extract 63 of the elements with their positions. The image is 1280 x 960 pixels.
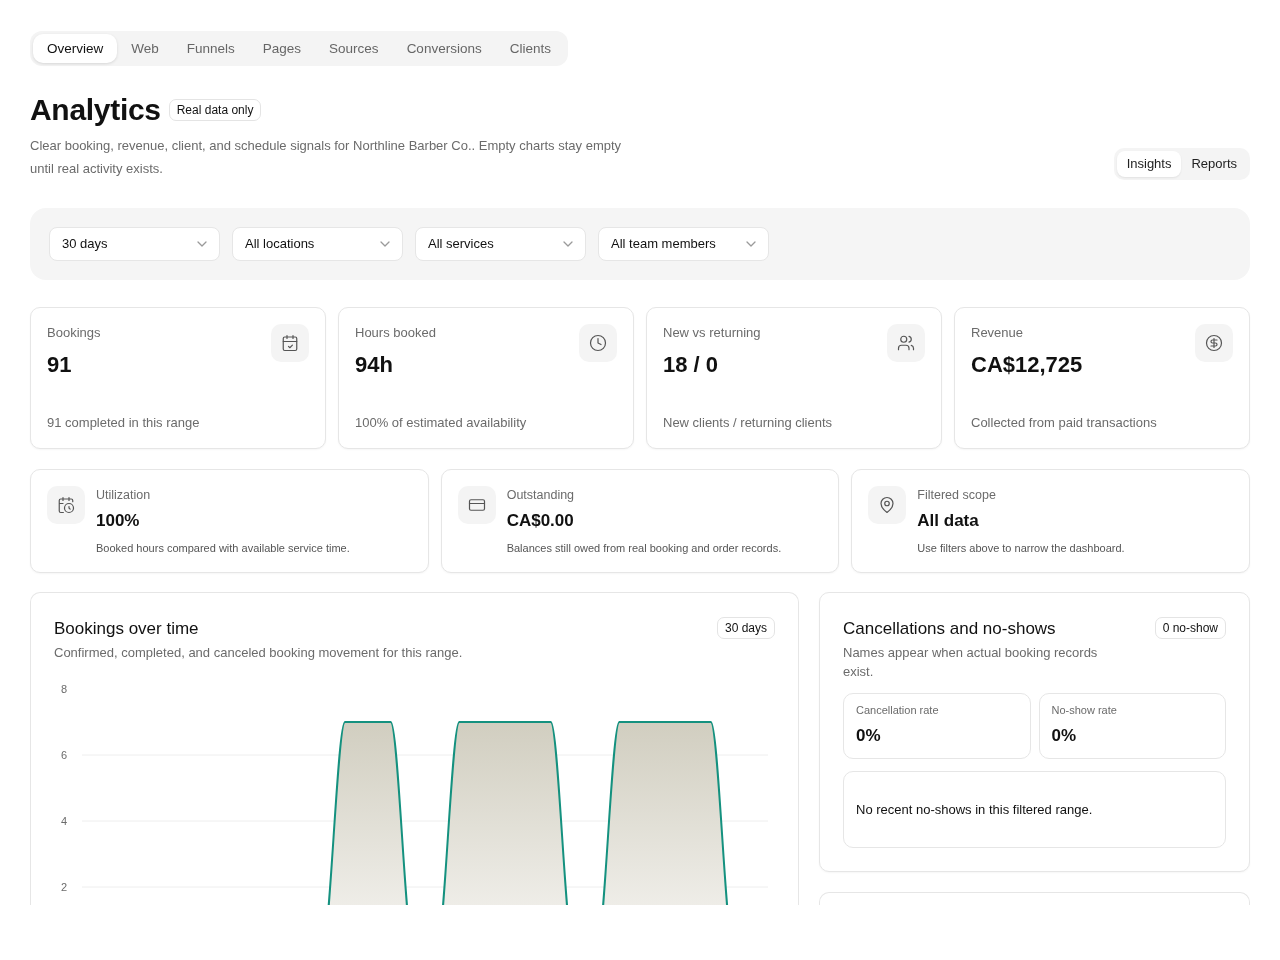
kpi-label: New vs returning <box>663 324 761 342</box>
summary-value: 100% <box>96 510 141 532</box>
view-tab[interactable]: Reports <box>1181 151 1247 177</box>
summary-note: Balances still owed from real booking and order records. <box>506 541 782 556</box>
summary-label: Utilization <box>96 487 152 504</box>
kpi-value: 91 <box>47 351 73 379</box>
axis-label: 4 <box>60 815 68 827</box>
credit-card-icon <box>457 486 496 524</box>
kpi-label: Bookings <box>47 324 101 342</box>
map-pin-icon <box>868 486 907 524</box>
view-tab[interactable]: Insights <box>1116 151 1182 177</box>
filter-dropdown[interactable]: 30 days <box>49 227 220 261</box>
status-tag: Real data only <box>168 99 262 121</box>
kpi-label: Hours booked <box>355 324 436 342</box>
filter-dropdown[interactable]: All locations <box>232 227 403 261</box>
chevron-down-icon <box>197 241 207 247</box>
chevron-down-icon <box>563 241 573 247</box>
chevron-down-icon <box>746 241 756 247</box>
chart-title: Bookings over time <box>54 618 200 640</box>
tab[interactable]: Sources <box>315 34 393 63</box>
tab[interactable]: Overview <box>33 34 118 63</box>
kpi-note: New clients / returning clients <box>663 414 834 432</box>
page-title: Analytics <box>30 92 161 128</box>
axis-label: 6 <box>60 749 68 761</box>
filter-dropdown[interactable]: All team members <box>598 227 769 261</box>
tab[interactable]: Funnels <box>172 34 249 63</box>
filter-dropdown[interactable]: All services <box>415 227 586 261</box>
axis-label: 8 <box>60 683 68 695</box>
tab[interactable]: Clients <box>495 34 565 63</box>
summary-note: Use filters above to narrow the dashboard. <box>917 541 1125 556</box>
stat-value: 0% <box>1051 725 1078 747</box>
kpi-value: 94h <box>355 351 394 379</box>
tab[interactable]: Web <box>117 34 173 63</box>
page-description: Clear booking, revenue, client, and schedule signals for Northline Barber Co.. Empty charts stay empty until real activity exists. <box>30 137 623 178</box>
kpi-note: Collected from paid transactions <box>971 414 1158 432</box>
kpi-note: 100% of estimated availability <box>355 414 528 432</box>
axis-label: 2 <box>60 881 68 893</box>
tab[interactable]: Pages <box>248 34 316 63</box>
dollar-coin-icon <box>1195 324 1233 362</box>
chevron-down-icon <box>380 241 390 247</box>
chart-subtitle: Confirmed, completed, and canceled booking movement for this range. <box>54 644 463 662</box>
summary-label: Outstanding <box>506 487 576 504</box>
summary-label: Filtered scope <box>917 487 997 504</box>
summary-value: All data <box>917 510 980 532</box>
stat-value: 0% <box>856 725 882 747</box>
users-icon <box>887 324 925 362</box>
kpi-value: CA$12,725 <box>971 351 1083 379</box>
calendar-check-icon <box>271 324 309 362</box>
count-tag: 0 no-show <box>1154 617 1226 639</box>
panel-title: Cancellations and no-shows <box>843 618 1057 640</box>
summary-note: Booked hours compared with available service time. <box>96 541 350 556</box>
calendar-clock-icon <box>47 486 85 524</box>
stat-label: Cancellation rate <box>856 703 940 718</box>
tab[interactable]: Conversions <box>392 34 496 63</box>
range-tag: 30 days <box>716 617 775 639</box>
kpi-note: 91 completed in this range <box>47 414 201 432</box>
kpi-label: Revenue <box>971 324 1025 342</box>
stat-label: No-show rate <box>1051 703 1118 718</box>
panel-description: Names appear when actual booking records exist. <box>843 644 1099 681</box>
clock-icon <box>579 324 617 362</box>
empty-state-text: No recent no-shows in this filtered range. <box>856 800 1093 819</box>
summary-value: CA$0.00 <box>506 510 575 532</box>
kpi-value: 18 / 0 <box>663 351 720 379</box>
